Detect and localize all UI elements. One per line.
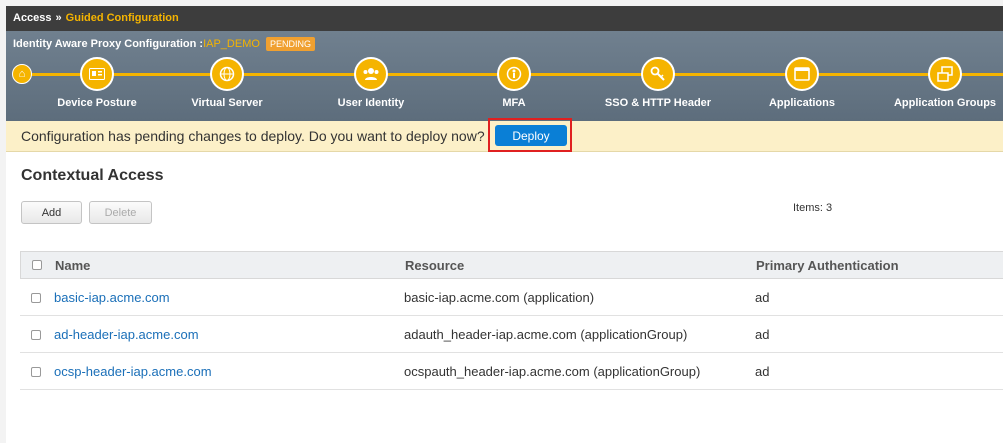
breadcrumb: Access» Guided Configuration bbox=[13, 12, 179, 24]
wizard-bar: Identity Aware Proxy Configuration :IAP_… bbox=[6, 31, 1003, 121]
main-content: Contextual Access Add Delete Items: 3 Na… bbox=[6, 152, 1003, 443]
items-count: Items: 3 bbox=[793, 202, 833, 214]
wizard-step-sso-http-header[interactable]: SSO & HTTP Header bbox=[578, 57, 738, 109]
breadcrumb-separator: » bbox=[55, 12, 62, 24]
id-card-icon bbox=[80, 57, 114, 91]
wizard-step-mfa[interactable]: MFA bbox=[434, 57, 594, 109]
config-title: Identity Aware Proxy Configuration :IAP_… bbox=[13, 37, 315, 51]
wizard-step-user-identity[interactable]: User Identity bbox=[291, 57, 451, 109]
wizard-step-application-groups[interactable]: Application Groups bbox=[865, 57, 1003, 109]
windows-group-icon bbox=[928, 57, 962, 91]
wizard-step-label: User Identity bbox=[337, 97, 405, 109]
top-bar: Access» Guided Configuration bbox=[6, 6, 1003, 31]
users-icon bbox=[354, 57, 388, 91]
column-header-primary-auth[interactable]: Primary Authentication bbox=[756, 258, 899, 273]
table-header: Name Resource Primary Authentication bbox=[20, 251, 1003, 279]
mfa-icon bbox=[497, 57, 531, 91]
delete-button: Delete bbox=[89, 201, 152, 224]
page-title: Contextual Access bbox=[21, 167, 164, 184]
wizard-step-label: SSO & HTTP Header bbox=[604, 97, 712, 109]
row-checkbox[interactable] bbox=[31, 367, 41, 377]
row-resource: ocspauth_header-iap.acme.com (applicatio… bbox=[404, 364, 701, 379]
table-row: ad-header-iap.acme.com adauth_header-iap… bbox=[20, 316, 1003, 353]
config-name: IAP_DEMO bbox=[203, 38, 260, 50]
deploy-button[interactable]: Deploy bbox=[495, 125, 567, 146]
wizard-step-label: Virtual Server bbox=[191, 97, 263, 109]
wizard-step-virtual-server[interactable]: Virtual Server bbox=[147, 57, 307, 109]
select-all-checkbox[interactable] bbox=[32, 260, 42, 270]
pending-changes-notice: Configuration has pending changes to dep… bbox=[6, 118, 1003, 152]
breadcrumb-current[interactable]: Guided Configuration bbox=[66, 12, 179, 24]
key-icon bbox=[641, 57, 675, 91]
table-row: basic-iap.acme.com basic-iap.acme.com (a… bbox=[20, 279, 1003, 316]
row-checkbox[interactable] bbox=[31, 293, 41, 303]
add-button[interactable]: Add bbox=[21, 201, 82, 224]
row-resource: adauth_header-iap.acme.com (applicationG… bbox=[404, 327, 688, 342]
row-checkbox[interactable] bbox=[31, 330, 41, 340]
table-row: ocsp-header-iap.acme.com ocspauth_header… bbox=[20, 353, 1003, 390]
window-icon bbox=[785, 57, 819, 91]
config-label: Identity Aware Proxy Configuration : bbox=[13, 38, 204, 50]
row-name-link[interactable]: ocsp-header-iap.acme.com bbox=[54, 364, 212, 379]
wizard-step-applications[interactable]: Applications bbox=[722, 57, 882, 109]
row-name-link[interactable]: basic-iap.acme.com bbox=[54, 290, 170, 305]
column-header-resource[interactable]: Resource bbox=[405, 258, 464, 273]
globe-icon bbox=[210, 57, 244, 91]
status-badge: PENDING bbox=[265, 37, 315, 51]
wizard-step-label: MFA bbox=[502, 97, 526, 109]
row-auth: ad bbox=[755, 327, 770, 342]
breadcrumb-access[interactable]: Access bbox=[13, 12, 52, 24]
wizard-step-label: Applications bbox=[768, 97, 835, 109]
column-header-name[interactable]: Name bbox=[55, 258, 90, 273]
row-auth: ad bbox=[755, 290, 770, 305]
wizard-step-label: Application Groups bbox=[893, 97, 997, 109]
row-name-link[interactable]: ad-header-iap.acme.com bbox=[54, 327, 199, 342]
row-resource: basic-iap.acme.com (application) bbox=[404, 290, 595, 305]
notice-message: Configuration has pending changes to dep… bbox=[21, 128, 485, 144]
row-auth: ad bbox=[755, 364, 770, 379]
contextual-access-table: Name Resource Primary Authentication bas… bbox=[20, 251, 1003, 390]
